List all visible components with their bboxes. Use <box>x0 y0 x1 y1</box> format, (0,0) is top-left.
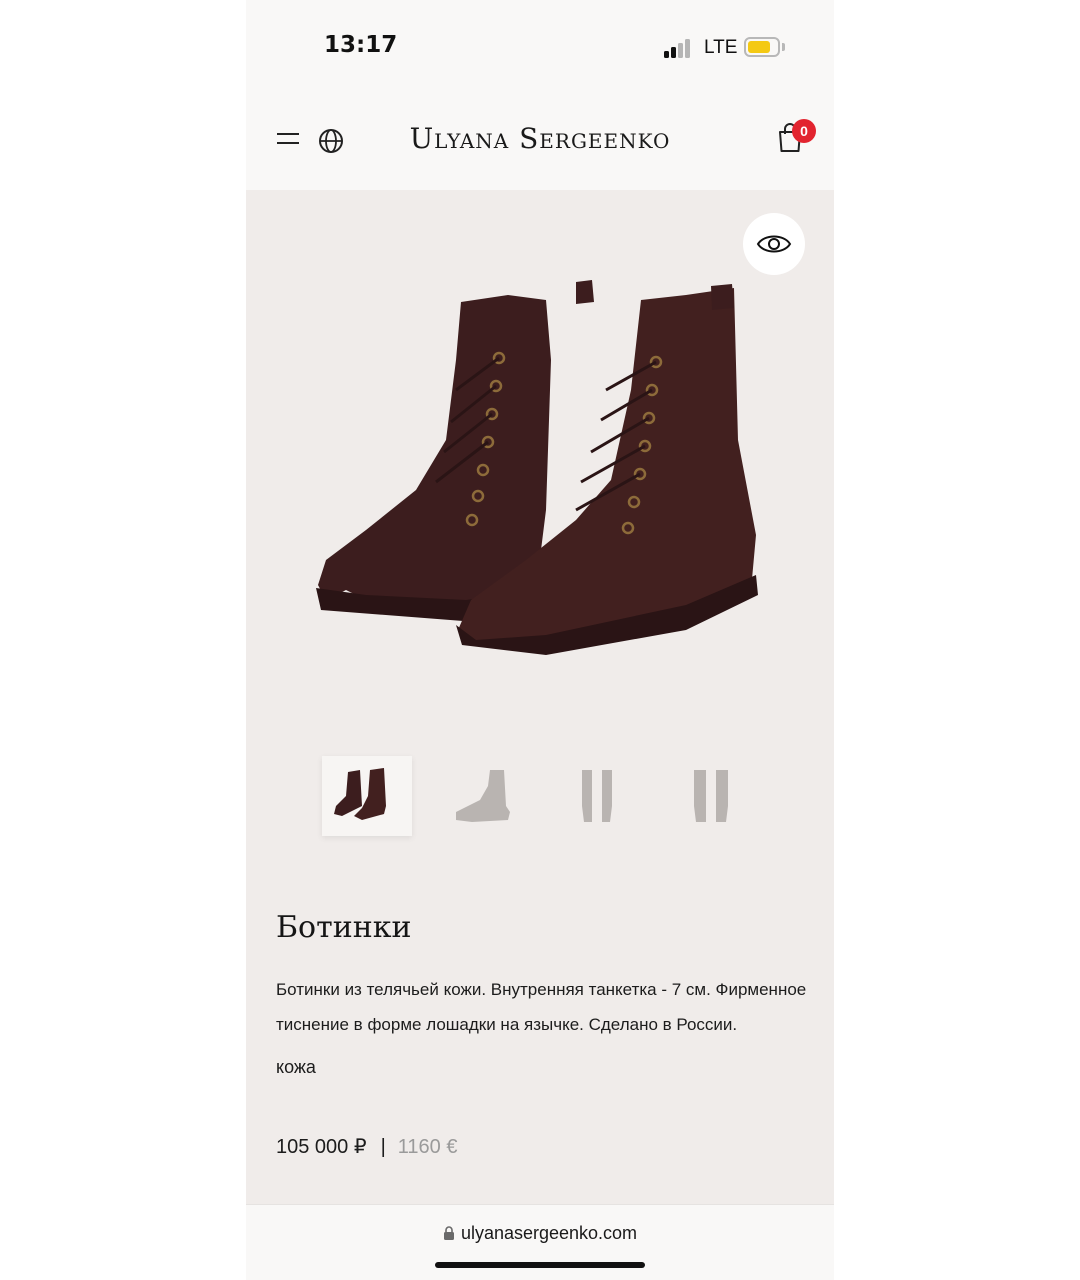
cart-count-badge: 0 <box>792 119 816 143</box>
battery-cap <box>782 43 785 51</box>
home-indicator <box>435 1262 645 1268</box>
thumbnail-strip <box>246 752 834 844</box>
thumbnail-4[interactable] <box>666 756 756 836</box>
price-eur: 1160 € <box>397 1136 458 1158</box>
signal-icon <box>664 38 692 58</box>
view-360-button[interactable] <box>743 213 805 275</box>
price-row: 105 000 ₽ | 1160 € <box>276 1134 457 1159</box>
brand-logo[interactable]: Ulyana Sergeenko <box>246 122 834 155</box>
site-header: Ulyana Sergeenko 0 <box>246 88 834 190</box>
product-description: Ботинки из телячьей кожи. Внутренняя тан… <box>276 980 807 1034</box>
eye-icon <box>756 235 792 253</box>
status-time: 13:17 <box>324 32 398 58</box>
thumbnail-1[interactable] <box>322 756 412 836</box>
battery-icon <box>744 37 780 57</box>
phone-screen: 13:17 LTE Ulyana Sergeenko 0 Ботинки Бот… <box>246 0 834 1280</box>
network-label: LTE <box>704 37 738 58</box>
url-display[interactable]: ulyanasergeenko.com <box>246 1223 834 1244</box>
url-text: ulyanasergeenko.com <box>460 1223 638 1243</box>
browser-url-bar[interactable]: ulyanasergeenko.com <box>246 1204 834 1280</box>
lock-icon <box>443 1226 454 1240</box>
price-rub: 105 000 ₽ <box>276 1136 367 1158</box>
thumbnail-3[interactable] <box>552 756 642 836</box>
status-bar: 13:17 LTE <box>246 0 834 88</box>
product-material: кожа <box>276 1057 316 1077</box>
product-main-image[interactable] <box>246 190 834 750</box>
price-separator: | <box>380 1136 386 1158</box>
product-title: Ботинки <box>276 910 412 945</box>
thumbnail-2[interactable] <box>438 756 528 836</box>
